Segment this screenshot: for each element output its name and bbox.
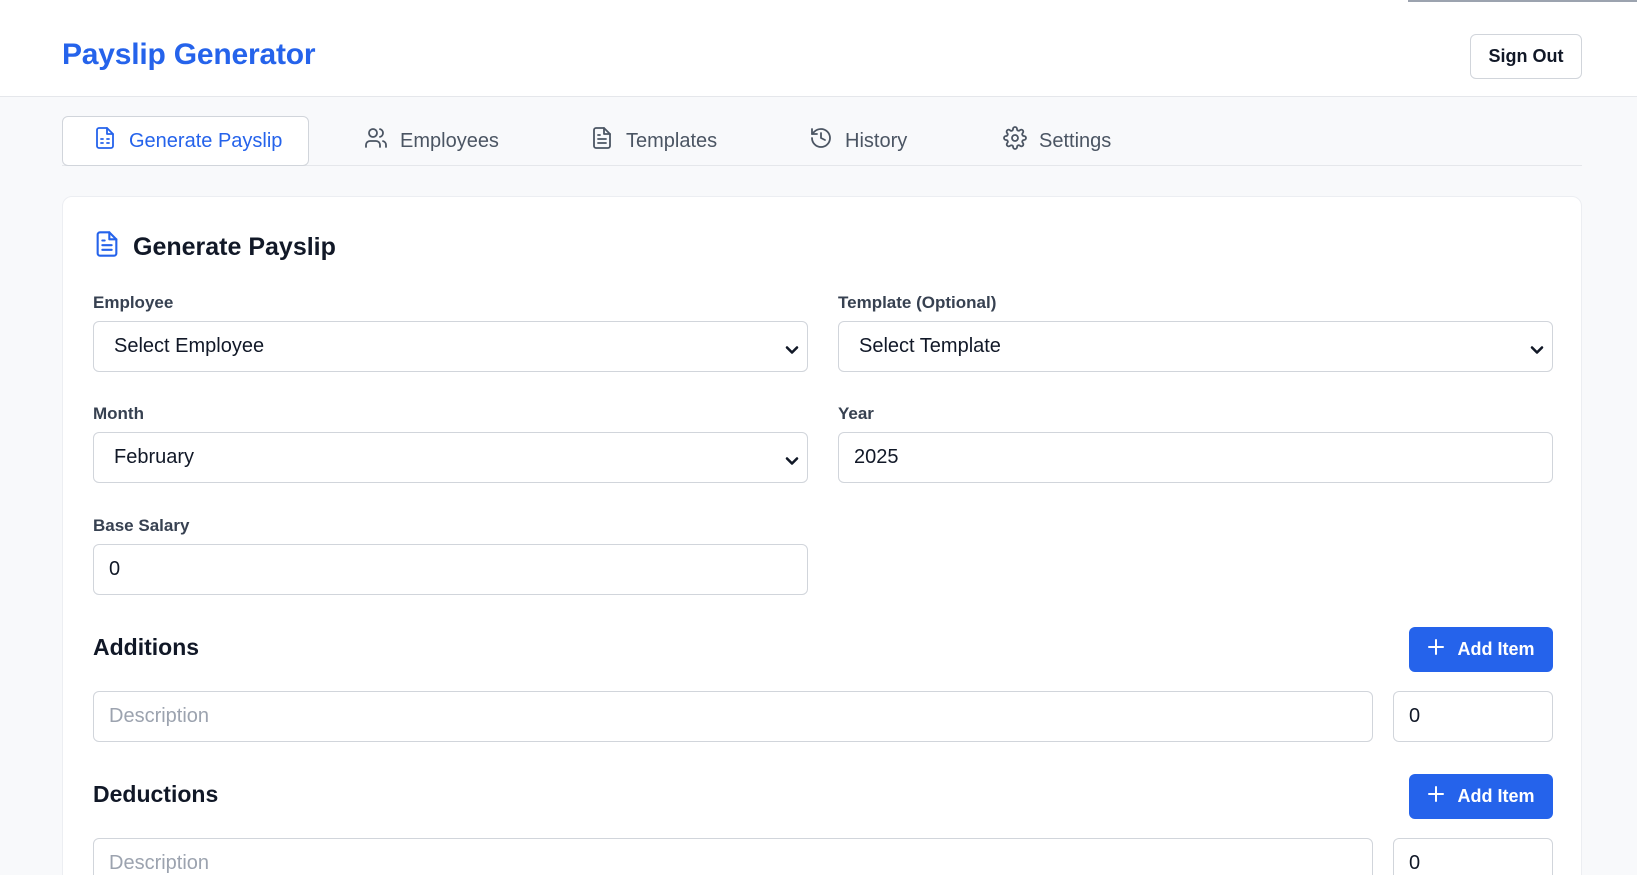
tab-label: Templates [626, 129, 718, 152]
deductions-title: Deductions [93, 781, 219, 807]
sign-out-button[interactable]: Sign Out [1470, 34, 1582, 79]
addition-description-input[interactable]: Description [93, 691, 1373, 742]
file-text-icon [590, 126, 614, 156]
year-input-value: 2025 [854, 446, 899, 468]
tab-label: Settings [1039, 129, 1112, 152]
file-text-icon [93, 229, 121, 266]
tab-generate-payslip[interactable]: Generate Payslip [62, 116, 309, 166]
addition-description-placeholder: Description [109, 705, 210, 727]
employee-label: Employee [93, 293, 174, 312]
history-icon [809, 126, 833, 156]
deduction-amount-value: 0 [1409, 852, 1421, 874]
base-salary-input[interactable]: 0 [93, 544, 808, 595]
add-item-label: Add Item [1457, 786, 1535, 806]
deduction-amount-input[interactable]: 0 [1393, 838, 1553, 875]
employee-select[interactable]: Select Employee [93, 321, 808, 372]
tab-label: History [845, 129, 908, 152]
base-salary-value: 0 [109, 558, 121, 580]
card-title: Generate Payslip [93, 229, 336, 266]
file-spreadsheet-icon [93, 126, 117, 156]
addition-amount-input[interactable]: 0 [1393, 691, 1553, 742]
additions-add-item-button[interactable]: Add Item [1409, 627, 1553, 672]
top-bar: Payslip Generator Sign Out [0, 0, 1637, 97]
gear-icon [1003, 126, 1027, 156]
template-label: Template (Optional) [838, 293, 997, 312]
card-title-text: Generate Payslip [133, 233, 336, 261]
month-select[interactable]: February [93, 432, 808, 483]
generate-payslip-card: Generate Payslip Employee Select Employe… [62, 196, 1582, 875]
chevron-down-icon [1530, 340, 1544, 354]
deduction-description-input[interactable]: Description [93, 838, 1373, 875]
tab-history[interactable]: History [809, 116, 907, 166]
plus-icon [1427, 638, 1445, 661]
base-salary-label: Base Salary [93, 516, 190, 535]
month-label: Month [93, 404, 144, 423]
template-select[interactable]: Select Template [838, 321, 1553, 372]
employee-select-value: Select Employee [114, 335, 265, 357]
tab-settings[interactable]: Settings [1003, 116, 1111, 166]
year-input[interactable]: 2025 [838, 432, 1553, 483]
tab-label: Employees [400, 129, 499, 152]
deductions-add-item-button[interactable]: Add Item [1409, 774, 1553, 819]
template-select-value: Select Template [859, 335, 1001, 357]
year-label: Year [838, 404, 874, 423]
app-title: Payslip Generator [62, 38, 316, 71]
tab-bar: Generate Payslip Employees Templates His… [62, 116, 1582, 166]
deduction-description-placeholder: Description [109, 852, 210, 874]
additions-title: Additions [93, 634, 200, 660]
chevron-down-icon [785, 340, 799, 354]
tab-employees[interactable]: Employees [364, 116, 499, 166]
month-select-value: February [114, 446, 195, 468]
users-icon [364, 126, 388, 156]
addition-amount-value: 0 [1409, 705, 1421, 727]
window-edge-line [1408, 0, 1637, 2]
plus-icon [1427, 785, 1445, 808]
add-item-label: Add Item [1457, 639, 1535, 659]
tab-templates[interactable]: Templates [590, 116, 717, 166]
chevron-down-icon [785, 451, 799, 465]
tab-label: Generate Payslip [129, 129, 283, 152]
